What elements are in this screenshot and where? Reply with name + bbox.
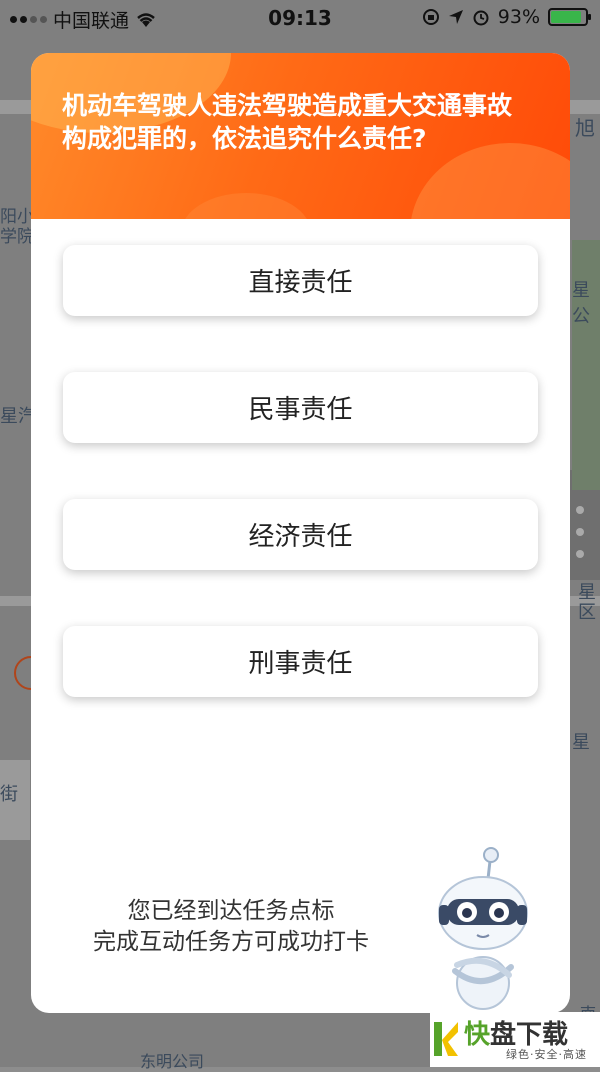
brand-k-icon bbox=[434, 1022, 458, 1056]
quiz-header: 机动车驾驶人违法驾驶造成重大交通事故构成犯罪的，依法追究什么责任? bbox=[31, 53, 570, 219]
more-dot-icon bbox=[576, 550, 584, 558]
answer-option-1[interactable]: 直接责任 bbox=[63, 245, 538, 316]
map-label: 东明公司 bbox=[140, 1052, 205, 1071]
location-arrow-icon bbox=[448, 10, 463, 24]
rotation-lock-icon bbox=[422, 9, 439, 25]
map-label: 街 bbox=[0, 784, 18, 805]
more-dot-icon bbox=[576, 506, 584, 514]
map-label: 学院 bbox=[0, 227, 34, 247]
watermark-logo: 快盘下载 绿色·安全·高速 bbox=[430, 1012, 600, 1067]
status-bar: 中国联通 09:13 93% bbox=[0, 0, 600, 36]
task-hint-line1: 您已经到达任务点标 bbox=[127, 898, 335, 924]
quiz-question: 机动车驾驶人违法驾驶造成重大交通事故构成犯罪的，依法追究什么责任? bbox=[62, 91, 513, 153]
map-label: 星 bbox=[572, 732, 590, 753]
battery-icon bbox=[548, 8, 591, 26]
map-label: 旭 bbox=[575, 116, 595, 140]
task-hint: 您已经到达任务点标 完成互动任务方可成功打卡 bbox=[31, 896, 431, 958]
answer-option-2[interactable]: 民事责任 bbox=[63, 372, 538, 443]
task-hint-line2: 完成互动任务方可成功打卡 bbox=[93, 929, 369, 955]
map-label: 区 bbox=[578, 602, 596, 623]
quiz-modal: 机动车驾驶人违法驾驶造成重大交通事故构成犯罪的，依法追究什么责任? 直接责任 民… bbox=[31, 53, 570, 1013]
header-decoration bbox=[181, 193, 311, 219]
robot-mascot-icon bbox=[438, 847, 528, 1010]
map-label: 星公 bbox=[572, 280, 590, 327]
watermark-tagline: 绿色·安全·高速 bbox=[506, 1048, 587, 1061]
answer-option-3[interactable]: 经济责任 bbox=[63, 499, 538, 570]
answer-option-4[interactable]: 刑事责任 bbox=[63, 626, 538, 697]
battery-percent: 93% bbox=[497, 6, 540, 28]
more-dot-icon bbox=[576, 528, 584, 536]
alarm-icon bbox=[473, 10, 489, 26]
